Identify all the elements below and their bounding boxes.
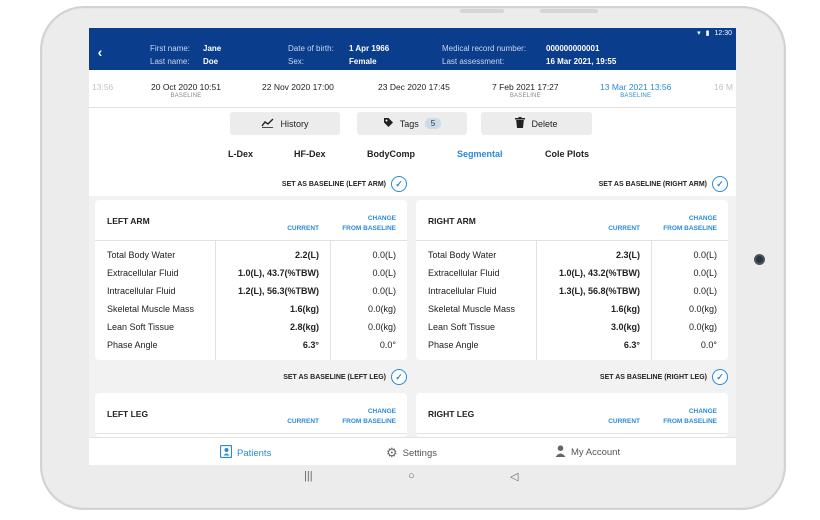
card-title: LEFT ARM	[107, 216, 150, 226]
right-arm-card: RIGHT ARM CURRENT CHANGE FROM BASELINE To…	[416, 200, 728, 360]
table-row: Total Body Water 2.3(L) 0.0(L)	[428, 250, 717, 260]
current-column-header: CURRENT	[287, 225, 319, 232]
table-row: Phase Angle 6.3° 0.0°	[107, 340, 396, 350]
trash-icon	[515, 117, 526, 130]
table-row: Skeletal Muscle Mass 1.6(kg) 0.0(kg)	[107, 304, 396, 314]
check-icon[interactable]: ✓	[712, 176, 728, 192]
tags-count-badge: 5	[424, 118, 442, 129]
check-icon[interactable]: ✓	[391, 369, 407, 385]
set-baseline-right-leg[interactable]: SET AS BASELINE (RIGHT LEG) ✓	[416, 365, 728, 389]
camera-icon	[754, 254, 765, 265]
table-row: Skeletal Muscle Mass 1.6(kg) 0.0(kg)	[428, 304, 717, 314]
back-arrow-icon[interactable]: ‹	[94, 44, 106, 60]
delete-button[interactable]: Delete	[481, 112, 592, 135]
tab-segmental[interactable]: Segmental	[457, 149, 503, 159]
bottom-navigation: Patients ⚙ Settings My Account	[89, 437, 736, 465]
tab-hf-dex[interactable]: HF-Dex	[294, 149, 326, 159]
table-row: Lean Soft Tissue 3.0(kg) 0.0(kg)	[428, 322, 717, 332]
table-row: Lean Soft Tissue 2.8(kg) 0.0(kg)	[107, 322, 396, 332]
change-column-header: CHANGE FROM BASELINE	[342, 408, 396, 425]
dob-value: 1 Apr 1966	[349, 44, 390, 53]
patients-icon	[219, 444, 233, 461]
set-baseline-left-leg[interactable]: SET AS BASELINE (LEFT LEG) ✓	[95, 365, 407, 389]
app-screen: ▾ ▮ 12:30 ‹ First name: Jane Last name: Do…	[89, 28, 736, 490]
table-row: Intracellular Fluid 1.2(L), 56.3(%TBW) 0.0…	[107, 286, 396, 296]
date-item[interactable]: 13:56	[92, 82, 113, 92]
last-assessment-value: 16 Mar 2021, 19:55	[546, 57, 617, 66]
wifi-icon: ▾	[697, 30, 701, 37]
power-button	[540, 9, 598, 13]
first-name-value: Jane	[203, 44, 222, 53]
mrn-label: Medical record number:	[442, 44, 527, 53]
nav-patients[interactable]: Patients	[219, 444, 271, 461]
change-column-header: CHANGE FROM BASELINE	[663, 215, 717, 232]
check-icon[interactable]: ✓	[712, 369, 728, 385]
sex-label: Sex:	[288, 57, 305, 66]
date-item[interactable]: 22 Nov 2020 17:00	[262, 82, 334, 92]
date-item-selected[interactable]: 13 Mar 2021 13:56 BASELINE	[600, 82, 671, 99]
battery-icon: ▮	[705, 30, 710, 37]
card-title: RIGHT ARM	[428, 216, 476, 226]
history-button[interactable]: History	[230, 112, 340, 135]
status-bar: ▾ ▮ 12:30	[89, 28, 736, 39]
tab-bodycomp[interactable]: BodyComp	[367, 149, 415, 159]
nav-settings[interactable]: ⚙ Settings	[386, 445, 437, 461]
date-item[interactable]: 16 M	[714, 82, 733, 92]
table-row: Total Body Water 2.2(L) 0.0(L)	[107, 250, 396, 260]
tag-icon	[383, 117, 394, 130]
date-item[interactable]: 23 Dec 2020 17:45	[378, 82, 450, 92]
first-name-label: First name:	[150, 44, 191, 53]
recent-apps-icon[interactable]: |||	[304, 470, 313, 482]
dob-label: Date of birth:	[288, 44, 334, 53]
tab-l-dex[interactable]: L-Dex	[228, 149, 253, 159]
current-column-header: CURRENT	[608, 225, 640, 232]
right-leg-card: RIGHT LEG CURRENT CHANGE FROM BASELINE	[416, 393, 728, 437]
mrn-value: 000000000001	[546, 44, 600, 53]
date-item[interactable]: 7 Feb 2021 17:27 BASELINE	[492, 82, 559, 99]
status-time: 12:30	[714, 29, 732, 37]
left-arm-card: LEFT ARM CURRENT CHANGE FROM BASELINE Tot…	[95, 200, 407, 360]
sex-value: Female	[349, 57, 377, 66]
current-column-header: CURRENT	[608, 418, 640, 425]
back-icon[interactable]: ◁	[510, 470, 518, 483]
date-item[interactable]: 20 Oct 2020 10:51 BASELINE	[151, 82, 221, 99]
home-icon[interactable]: ○	[408, 470, 415, 482]
patient-header: ‹ First name: Jane Last name: Doe Date of …	[89, 39, 736, 70]
assessment-date-strip[interactable]: 13:56 20 Oct 2020 10:51 BASELINE 22 Nov 2…	[89, 70, 736, 108]
set-baseline-left-arm[interactable]: SET AS BASELINE (LEFT ARM) ✓	[95, 172, 407, 196]
table-row: Extracellular Fluid 1.0(L), 43.2(%TBW) 0.0…	[428, 268, 717, 278]
trend-icon	[261, 118, 274, 130]
last-name-value: Doe	[203, 57, 219, 66]
set-baseline-right-arm[interactable]: SET AS BASELINE (RIGHT ARM) ✓	[416, 172, 728, 196]
table-row: Intracellular Fluid 1.3(L), 56.8(%TBW) 0.0…	[428, 286, 717, 296]
volume-button	[460, 9, 504, 13]
current-column-header: CURRENT	[287, 418, 319, 425]
change-column-header: CHANGE FROM BASELINE	[342, 215, 396, 232]
card-title: RIGHT LEG	[428, 409, 475, 419]
left-leg-card: LEFT LEG CURRENT CHANGE FROM BASELINE	[95, 393, 407, 437]
system-navigation-bar: ||| ○ ◁	[89, 465, 736, 490]
nav-my-account[interactable]: My Account	[555, 445, 620, 460]
table-row: Phase Angle 6.3° 0.0°	[428, 340, 717, 350]
view-tabs: L-Dex HF-Dex BodyComp Segmental Cole Plo…	[89, 149, 736, 163]
last-assessment-label: Last assessment:	[442, 57, 505, 66]
check-icon[interactable]: ✓	[391, 176, 407, 192]
user-icon	[555, 445, 566, 460]
card-title: LEFT LEG	[107, 409, 149, 419]
table-row: Extracellular Fluid 1.0(L), 43.7(%TBW) 0.0…	[107, 268, 396, 278]
tab-cole-plots[interactable]: Cole Plots	[545, 149, 589, 159]
change-column-header: CHANGE FROM BASELINE	[663, 408, 717, 425]
tags-button[interactable]: Tags 5	[357, 112, 467, 135]
last-name-label: Last name:	[150, 57, 190, 66]
gear-icon: ⚙	[386, 445, 398, 460]
